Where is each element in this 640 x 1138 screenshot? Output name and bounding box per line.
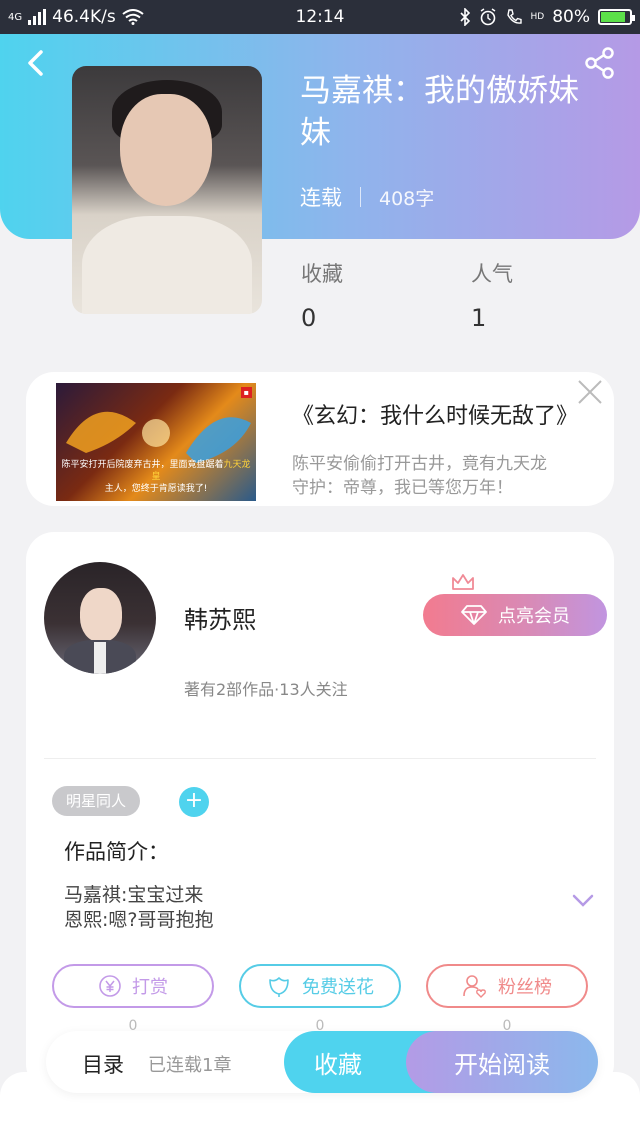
- status-bar: 4G 46.4K/s 12:14 HD 80%: [0, 0, 640, 34]
- book-meta: 连载 408字: [300, 182, 434, 212]
- tip-label: 打赏: [132, 977, 168, 998]
- chevron-down-icon[interactable]: [572, 894, 594, 908]
- send-flower-label: 免费送花: [302, 977, 374, 998]
- close-icon[interactable]: [576, 378, 604, 406]
- favorites-value: 0: [301, 304, 317, 332]
- author-name[interactable]: 韩苏熙: [184, 600, 256, 635]
- book-title: 马嘉祺：我的傲娇妹妹: [300, 73, 579, 151]
- crown-icon: [452, 574, 474, 590]
- alarm-icon: [480, 8, 495, 26]
- send-flower-button[interactable]: 免费送花 0: [239, 964, 401, 1034]
- back-icon[interactable]: [22, 46, 50, 80]
- favorites-label: 收藏: [301, 262, 343, 286]
- intro-heading: 作品简介：: [64, 840, 169, 864]
- favorites-stat: 收藏 0: [301, 258, 343, 332]
- genre-tag[interactable]: 明星同人: [52, 786, 141, 816]
- battery-percent: 80%: [552, 7, 590, 27]
- call-icon: [506, 9, 522, 24]
- book-status: 连载: [300, 186, 342, 210]
- ad-title[interactable]: 《玄幻：我什么时候无敌了》: [292, 398, 614, 430]
- avatar[interactable]: [44, 562, 156, 674]
- author-card: 韩苏熙 著有2部作品·13人关注 点亮会员 明星同人 + 作品简介： 马嘉祺:宝…: [26, 532, 614, 1092]
- status-right: HD 80%: [459, 7, 635, 27]
- ad-image[interactable]: ▪ 陈平安打开后院废弃古井，里面竟盘踞着九天龙皇 主人，您终于肯愿读我了!: [56, 383, 256, 501]
- bottom-action-bar: 目录 已连载1章 收藏 开始阅读: [46, 1031, 598, 1093]
- word-count: 408字: [379, 187, 435, 210]
- ad-image-caption: 陈平安打开后院废弃古井，里面竟盘踞着九天龙皇 主人，您终于肯愿读我了!: [61, 460, 251, 494]
- fan-ranking-button[interactable]: 粉丝榜 0: [426, 964, 588, 1034]
- popularity-label: 人气: [471, 262, 513, 286]
- hd-badge: HD: [530, 12, 545, 22]
- popularity-stat: 人气 1: [471, 258, 513, 332]
- start-reading-button[interactable]: 开始阅读: [406, 1031, 598, 1093]
- diamond-icon: [461, 605, 487, 625]
- author-info: 著有2部作品·13人关注: [184, 680, 348, 699]
- tip-button[interactable]: 打赏 0: [52, 964, 214, 1034]
- intro-line-2: 恩熙:嗯?哥哥抱抱: [64, 909, 214, 931]
- vip-button[interactable]: 点亮会员: [423, 574, 607, 636]
- chapter-count: 已连载1章: [148, 1055, 232, 1076]
- meta-divider: [360, 187, 361, 207]
- ad-description: 陈平安偷偷打开古井，竟有九天龙 守护：帝尊，我已等您万年！: [292, 454, 547, 498]
- bluetooth-icon: [459, 8, 470, 26]
- fan-ranking-label: 粉丝榜: [498, 977, 552, 998]
- battery-icon: [598, 9, 635, 25]
- add-tag-button[interactable]: +: [179, 787, 209, 817]
- popularity-value: 1: [471, 304, 487, 332]
- flower-icon: [269, 977, 289, 997]
- yen-icon: [99, 975, 121, 997]
- fan-user-icon: [463, 975, 486, 998]
- ad-card[interactable]: ▪ 陈平安打开后院废弃古井，里面竟盘踞着九天龙皇 主人，您终于肯愿读我了! 《玄…: [26, 372, 614, 506]
- divider: [44, 758, 596, 759]
- toc-button[interactable]: 目录: [82, 1049, 124, 1079]
- intro-line-1: 马嘉祺:宝宝过来: [64, 884, 204, 906]
- book-cover[interactable]: [72, 66, 262, 314]
- vip-label: 点亮会员: [498, 606, 570, 627]
